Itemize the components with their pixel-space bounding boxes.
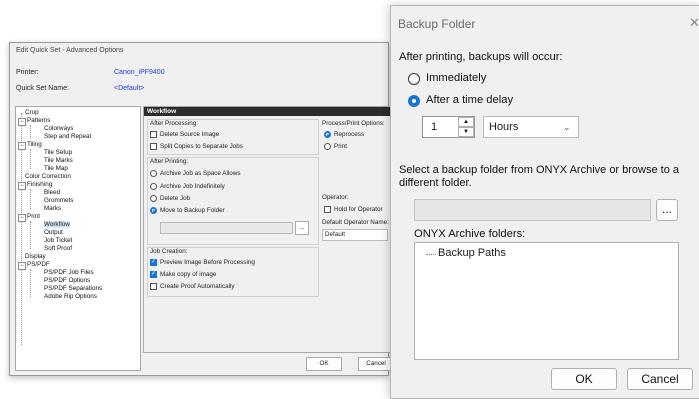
spin-up-icon[interactable]: ▲ (458, 117, 474, 127)
tree-item-step-repeat[interactable]: Step and Repeat (44, 133, 91, 140)
preview-label: Preview Image Before Processing (160, 259, 255, 266)
expand-icon[interactable]: − (18, 182, 26, 190)
create-proof-label: Create Proof Automatically (160, 283, 235, 290)
tree-item-color-correction[interactable]: Color Correction (25, 173, 71, 180)
tree-item-tile-setup[interactable]: Tile Setup (44, 149, 72, 156)
delete-source-checkbox[interactable] (150, 131, 157, 138)
expand-icon[interactable]: − (18, 118, 26, 126)
quickset-cancel-button[interactable]: Cancel (358, 357, 394, 371)
tree-item-job-ticket[interactable]: Job Ticket (44, 237, 72, 244)
quickset-name-value: <Default> (114, 85, 145, 92)
after-delay-radio[interactable] (408, 95, 420, 107)
preview-checkbox[interactable] (150, 258, 157, 266)
archive-indefinitely-label: Archive Job Indefinitely (160, 183, 225, 190)
tree-item-crop[interactable]: Crop (25, 109, 39, 116)
select-folder-text-1: Select a backup folder from ONYX Archive… (399, 164, 680, 176)
hold-operator-label: Hold for Operator (334, 206, 383, 213)
options-tree[interactable]: Crop − Patterns Colorways Step and Repea… (15, 106, 141, 371)
immediately-label: Immediately (426, 72, 487, 84)
tree-item-adobe-rip-options[interactable]: Adobe Rip Options (44, 293, 97, 300)
tree-item-finishing[interactable]: Finishing (27, 181, 52, 188)
default-operator-name-label: Default Operator Name: (322, 219, 389, 226)
tree-item-tile-marks[interactable]: Tile Marks (44, 157, 73, 164)
print-radio[interactable] (324, 143, 331, 150)
spin-down-icon[interactable]: ▼ (458, 127, 474, 137)
archive-indefinitely-radio[interactable] (150, 183, 157, 190)
delete-job-label: Delete Job (160, 195, 191, 202)
default-operator-field[interactable]: Default (322, 229, 388, 241)
archive-item-backup-paths[interactable]: Backup Paths (438, 247, 506, 259)
make-copy-checkbox[interactable] (150, 270, 157, 278)
expand-icon[interactable]: − (18, 262, 26, 270)
tree-item-bleed[interactable]: Bleed (44, 189, 60, 196)
archive-space-label: Archive Job as Space Allows (160, 170, 241, 177)
close-icon[interactable]: ✕ (689, 15, 699, 31)
workflow-panel: Workflow After Processing: Delete Source… (143, 106, 391, 353)
printer-value: Canon_iPF9400 (114, 69, 165, 76)
after-delay-label: After a time delay (426, 94, 514, 106)
workflow-header: Workflow (144, 107, 390, 116)
tree-item-colorways[interactable]: Colorways (44, 125, 73, 132)
backup-folder-path-input[interactable] (414, 199, 651, 221)
after-processing-label: After Processing: (150, 120, 198, 127)
onyx-archive-label: ONYX Archive folders: (414, 228, 526, 240)
backup-folder-dialog: Backup Folder ✕ After printing, backups … (390, 5, 699, 399)
ok-button[interactable]: OK (551, 368, 617, 390)
delete-job-radio[interactable] (150, 195, 157, 202)
expand-icon[interactable]: − (18, 142, 26, 150)
create-proof-checkbox[interactable] (150, 283, 157, 290)
backup-folder-field[interactable] (160, 222, 293, 234)
quickset-dialog: Edit Quick Set - Advanced Options Printe… (9, 42, 394, 376)
move-backup-label: Move to Backup Folder (160, 207, 225, 214)
unit-select-value: Hours (489, 121, 519, 133)
archive-space-radio[interactable] (150, 170, 157, 177)
move-backup-radio[interactable] (150, 207, 157, 214)
browse-folder-button[interactable]: ... (656, 199, 678, 221)
backup-dialog-title: Backup Folder (398, 17, 476, 31)
delete-source-label: Delete Source Image (160, 131, 220, 138)
cancel-button[interactable]: Cancel (627, 368, 693, 390)
print-label: Print (334, 143, 347, 150)
tree-connector (426, 254, 436, 255)
quickset-ok-button[interactable]: OK (306, 357, 342, 371)
browse-button[interactable]: ... (295, 221, 309, 235)
printer-label: Printer: (16, 69, 39, 76)
tree-item-pspdf-separations[interactable]: PS/PDF Separations (44, 285, 102, 292)
expand-icon[interactable]: − (18, 214, 26, 222)
operator-label: Operator: (322, 194, 349, 201)
tree-item-marks[interactable]: Marks (44, 205, 61, 212)
process-print-options-label: Process/Print Options: (322, 120, 385, 127)
reprocess-label: Reprocess (334, 131, 365, 138)
quickset-name-label: Quick Set Name: (16, 85, 69, 92)
tree-item-pspdf-job-files[interactable]: PS/PDF Job Files (44, 269, 94, 276)
after-printing-text: After printing, backups will occur: (399, 51, 563, 63)
after-printing-label: After Printing: (150, 158, 189, 165)
chevron-down-icon: ⌄ (563, 122, 571, 132)
tree-item-display[interactable]: Display (25, 253, 46, 260)
tree-item-patterns[interactable]: Patterns (27, 117, 50, 124)
job-creation-label: Job Creation: (150, 248, 188, 255)
split-copies-label: Split Copies to Separate Jobs (160, 143, 243, 150)
make-copy-label: Make copy of image (160, 271, 217, 278)
tree-item-soft-proof[interactable]: Soft Proof (44, 245, 72, 252)
archive-folders-tree[interactable]: Backup Paths (414, 242, 679, 360)
quickset-title: Edit Quick Set - Advanced Options (16, 47, 124, 54)
tree-item-pspdf[interactable]: PS/PDF (27, 261, 50, 268)
tree-item-workflow[interactable]: Workflow (44, 221, 70, 228)
hold-operator-checkbox[interactable] (324, 206, 331, 213)
tree-item-grommets[interactable]: Grommets (44, 197, 73, 204)
tree-item-tile-map[interactable]: Tile Map (44, 165, 68, 172)
tree-item-pspdf-options[interactable]: PS/PDF Options (44, 277, 90, 284)
split-copies-checkbox[interactable] (150, 143, 157, 150)
tree-item-tiling[interactable]: Tiling (27, 141, 42, 148)
reprocess-radio[interactable] (324, 131, 331, 138)
tree-item-output[interactable]: Output (44, 229, 63, 236)
tree-item-print[interactable]: Print (27, 213, 40, 220)
immediately-radio[interactable] (408, 73, 420, 85)
select-folder-text-2: different folder. (399, 177, 472, 189)
